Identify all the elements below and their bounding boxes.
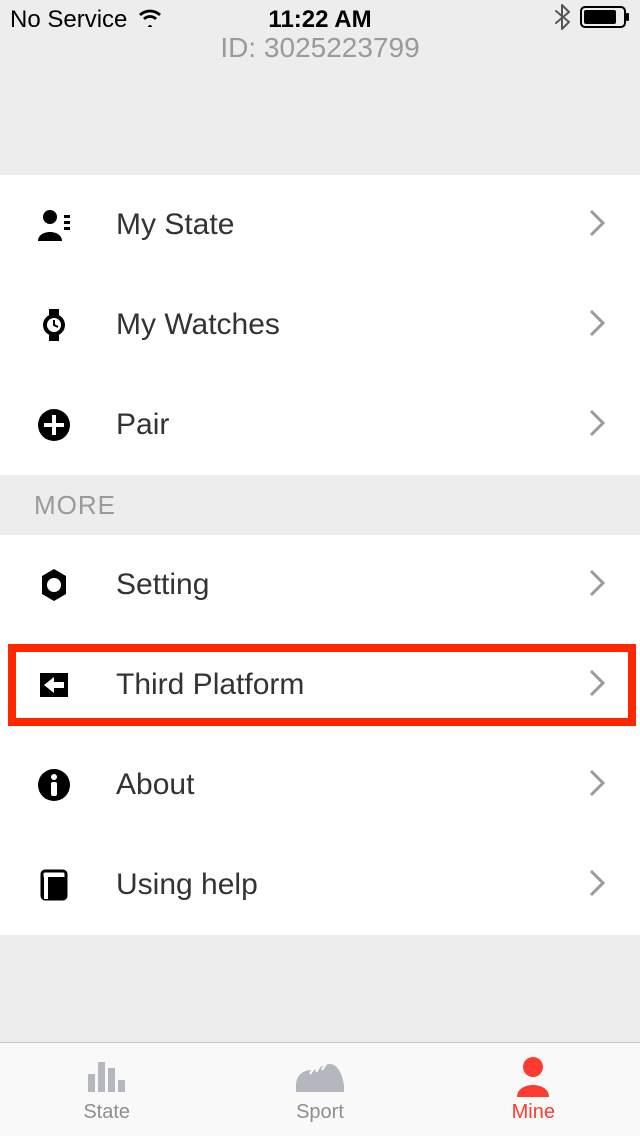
row-using-help[interactable]: Using help [0, 835, 640, 935]
person-filled-icon [513, 1055, 553, 1097]
row-third-platform[interactable]: Third Platform [0, 635, 640, 735]
row-label: About [116, 768, 194, 802]
row-my-state[interactable]: My State [0, 175, 640, 275]
highlight-annotation [8, 644, 636, 726]
person-icon [34, 205, 74, 245]
row-label: Pair [116, 408, 169, 442]
section-header-more: MORE [0, 475, 640, 535]
carrier-text: No Service [10, 6, 127, 34]
row-pair[interactable]: Pair [0, 375, 640, 475]
bottom-gap [0, 935, 640, 1041]
plus-circle-icon [34, 405, 74, 445]
clock-text: 11:22 AM [268, 6, 371, 34]
row-label: Setting [116, 568, 209, 602]
chevron-right-icon [588, 208, 606, 243]
user-id-text: ID: 3025223799 [220, 32, 419, 64]
chevron-right-icon [588, 768, 606, 803]
row-label: Using help [116, 868, 258, 902]
row-setting[interactable]: Setting [0, 535, 640, 635]
tab-sport[interactable]: Sport [213, 1043, 426, 1136]
shoe-icon [292, 1055, 348, 1097]
section-account: My State My Watches Pair [0, 175, 640, 475]
info-icon [34, 765, 74, 805]
row-label: Third Platform [116, 668, 304, 702]
bluetooth-icon [554, 4, 570, 37]
book-icon [34, 865, 74, 905]
gear-icon [34, 565, 74, 605]
chevron-right-icon [588, 408, 606, 443]
battery-icon [580, 6, 630, 35]
status-right [554, 4, 630, 37]
bars-icon [86, 1055, 128, 1097]
tab-label: Sport [296, 1101, 344, 1124]
chevron-right-icon [588, 308, 606, 343]
chevron-right-icon [588, 568, 606, 603]
status-left: No Service [10, 6, 163, 34]
row-label: My Watches [116, 308, 280, 342]
row-about[interactable]: About [0, 735, 640, 835]
row-my-watches[interactable]: My Watches [0, 275, 640, 375]
chevron-right-icon [588, 668, 606, 703]
tab-bar: State Sport Mine [0, 1042, 640, 1136]
wifi-icon [137, 6, 163, 34]
profile-header: ID: 3025223799 [0, 40, 640, 175]
link-platform-icon [34, 665, 74, 705]
tab-label: Mine [512, 1101, 555, 1124]
section-more: Setting Third Platform About Using help [0, 535, 640, 935]
chevron-right-icon [588, 868, 606, 903]
tab-mine[interactable]: Mine [427, 1043, 640, 1136]
tab-state[interactable]: State [0, 1043, 213, 1136]
watch-icon [34, 305, 74, 345]
tab-label: State [83, 1101, 130, 1124]
row-label: My State [116, 208, 234, 242]
